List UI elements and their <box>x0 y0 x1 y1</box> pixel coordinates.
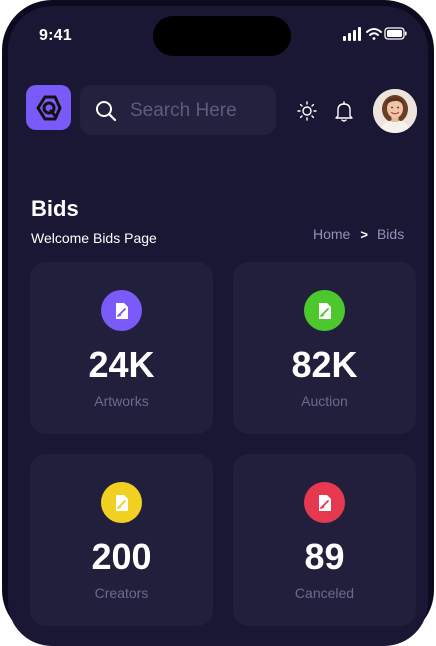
stat-card-artworks[interactable]: 24K Artworks <box>30 262 213 434</box>
breadcrumb-current: Bids <box>376 226 405 242</box>
logo-icon <box>36 95 61 120</box>
stat-card-creators[interactable]: 200 Creators <box>30 454 213 626</box>
app-logo[interactable] <box>26 85 71 130</box>
app-screen: 9:41 Search Here Bids Welcome Bids Page … <box>8 6 428 646</box>
page-title: Bids <box>31 196 79 221</box>
status-time: 9:41 <box>39 27 72 44</box>
notifications-button[interactable] <box>333 99 355 123</box>
breadcrumb-separator-icon: > <box>360 226 368 242</box>
avatar-image <box>373 89 417 133</box>
signal-icon <box>343 27 361 41</box>
stat-value: 200 <box>91 536 152 577</box>
user-avatar[interactable] <box>373 89 417 133</box>
status-icons <box>343 26 407 42</box>
search-icon <box>96 101 117 122</box>
stat-value: 89 <box>304 536 345 577</box>
stat-label: Artworks <box>94 393 149 409</box>
stat-label: Canceled <box>294 585 355 601</box>
breadcrumb: Home > Bids <box>313 226 404 242</box>
stat-label: Auction <box>301 393 348 409</box>
stat-value: 24K <box>88 344 155 385</box>
dynamic-island <box>153 16 291 56</box>
phone-frame: 9:41 Search Here Bids Welcome Bids Page … <box>2 0 434 646</box>
search-input[interactable] <box>128 97 272 125</box>
search-box[interactable] <box>80 85 276 135</box>
edit-document-icon <box>304 482 345 523</box>
stat-card-auction[interactable]: 82K Auction <box>233 262 416 434</box>
theme-toggle-button[interactable] <box>296 100 318 122</box>
stat-value: 82K <box>291 344 358 385</box>
edit-document-icon <box>101 482 142 523</box>
sun-icon <box>297 101 317 121</box>
breadcrumb-home-link[interactable]: Home <box>313 226 350 242</box>
stat-label: Creators <box>94 585 149 601</box>
bell-icon <box>335 101 353 122</box>
edit-document-icon <box>304 290 345 331</box>
edit-document-icon <box>101 290 142 331</box>
page-subtitle: Welcome Bids Page <box>31 230 157 246</box>
wifi-icon <box>366 28 382 40</box>
battery-icon <box>384 27 407 40</box>
stat-card-canceled[interactable]: 89 Canceled <box>233 454 416 626</box>
